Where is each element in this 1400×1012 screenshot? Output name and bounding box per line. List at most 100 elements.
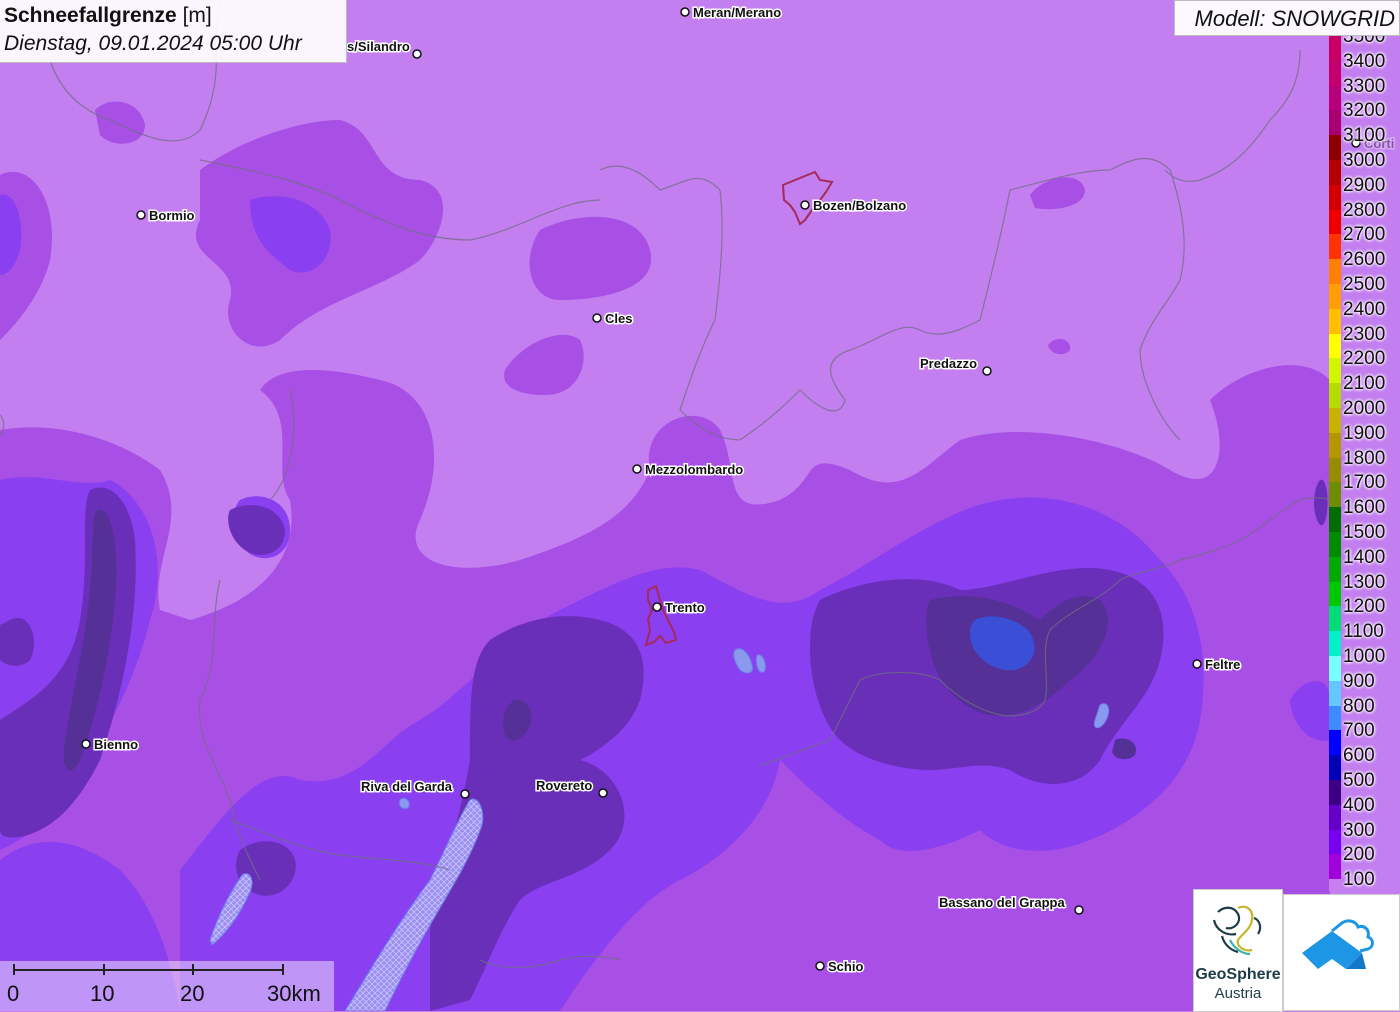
city-label: s/Silandro: [347, 39, 410, 54]
city-dot: [632, 464, 642, 474]
legend-row-600: 600: [1329, 743, 1400, 780]
legend-row-2700: 2700: [1329, 222, 1400, 260]
legend-row-2900: 2900: [1329, 173, 1400, 210]
city-dot: [598, 788, 608, 798]
scale-label-10: 10: [90, 981, 115, 1006]
legend-row-200: 200: [1329, 842, 1400, 880]
map-title-name: Schneefallgrenze: [4, 4, 177, 27]
snowgrid-logo[interactable]: [1283, 894, 1400, 1011]
city-label: Trento: [665, 600, 705, 615]
city-dot: [800, 200, 810, 210]
legend-row-1400: 1400: [1329, 545, 1400, 582]
legend-row-300: 300: [1329, 818, 1400, 855]
legend-row-2000: 2000: [1329, 396, 1400, 433]
legend-row-1500: 1500: [1329, 520, 1400, 557]
legend-row-1300: 1300: [1329, 570, 1400, 607]
legend-label: 1900: [1343, 422, 1386, 444]
city-dot: [680, 7, 690, 17]
city-dot: [815, 961, 825, 971]
legend-row-3300: 3300: [1329, 74, 1400, 111]
legend-label: 2500: [1343, 274, 1386, 295]
city-dot: [460, 789, 470, 799]
scale-label-30km: 30km: [267, 981, 321, 1006]
city-dot: [982, 366, 992, 376]
geosphere-emblem-icon: [1212, 905, 1262, 956]
legend-label: 900: [1343, 670, 1375, 692]
city-dot: [412, 49, 422, 59]
legend-row-500: 500: [1329, 768, 1400, 805]
legend-label: 1100: [1343, 621, 1384, 643]
legend-label: 300: [1343, 819, 1375, 841]
city-dot: [1192, 659, 1202, 669]
legend-label: 1800: [1343, 447, 1386, 469]
legend-label: 3200: [1343, 100, 1386, 122]
legend-label: 3000: [1343, 150, 1386, 171]
model-box: Modell: SNOWGRID: [1174, 0, 1400, 36]
legend-row-2600: 2600: [1329, 247, 1400, 284]
legend-label: 1500: [1343, 522, 1386, 543]
color-legend: 3500 3400 3300 3200 3100 3000 2900 2800 2700 2600…: [1329, 36, 1400, 891]
legend-row-3000: 3000: [1329, 148, 1400, 185]
city-dot: [81, 739, 91, 749]
city-dot: [136, 210, 146, 220]
legend-row-1800: 1800: [1329, 446, 1400, 483]
legend-label: 3300: [1343, 75, 1386, 97]
legend-label: 3100: [1343, 125, 1386, 147]
legend-label: 2700: [1343, 224, 1386, 246]
legend-row-2200: 2200: [1329, 346, 1400, 384]
city-label: Schio: [828, 959, 863, 974]
legend-label: 100: [1343, 869, 1375, 891]
city-label: Bassano del Grappa: [939, 895, 1065, 910]
legend-label: 600: [1343, 745, 1375, 767]
legend-row-100: 100: [1329, 867, 1400, 891]
legend-row-2400: 2400: [1329, 297, 1400, 334]
legend-row-3200: 3200: [1329, 98, 1400, 136]
legend-label: 500: [1343, 770, 1375, 791]
legend-label: 3500: [1343, 36, 1386, 47]
city-meran-merano: Meran/Merano: [680, 4, 783, 22]
city-label: Bozen/Bolzano: [813, 198, 906, 213]
legend-label: 1300: [1343, 571, 1386, 593]
snowfall-map[interactable]: Meran/Merano s/Silandro Bormio Bozen/Bolzan…: [0, 0, 1400, 1011]
legend-row-1900: 1900: [1329, 421, 1400, 458]
geosphere-logo-line2: Austria: [1214, 985, 1262, 1002]
map-datetime: Dienstag, 09.01.2024 05:00 Uhr: [4, 32, 302, 55]
legend-row-2100: 2100: [1329, 371, 1400, 408]
city-dot: [652, 602, 662, 612]
legend-row-1000: 1000: [1329, 644, 1400, 681]
city-label: Rovereto: [536, 778, 592, 793]
legend-row-400: 400: [1329, 793, 1400, 830]
title-box: Schneefallgrenze [m] Dienstag, 09.01.202…: [0, 0, 347, 63]
geosphere-logo[interactable]: GeoSphere Austria: [1193, 889, 1283, 1012]
legend-label: 700: [1343, 720, 1375, 742]
legend-label: 2600: [1343, 249, 1386, 271]
legend-label: 2400: [1343, 298, 1386, 320]
city-label: Cles: [605, 311, 632, 326]
city-dot: [1074, 905, 1084, 915]
legend-row-2300: 2300: [1329, 322, 1400, 359]
legend-row-3100: 3100: [1329, 123, 1400, 160]
legend-label: 2200: [1343, 348, 1386, 370]
legend-label: 2900: [1343, 174, 1386, 196]
legend-label: 2000: [1343, 398, 1386, 419]
legend-row-3500: 3500: [1329, 36, 1400, 61]
city-label: Bienno: [94, 737, 138, 752]
legend-label: 2100: [1343, 373, 1386, 395]
scale-label-0: 0: [7, 981, 20, 1006]
legend-row-900: 900: [1329, 669, 1400, 706]
map-title: Schneefallgrenze [m]: [4, 4, 212, 28]
legend-label: 1600: [1343, 497, 1386, 519]
legend-label: 400: [1343, 794, 1375, 816]
city-label: Mezzolombardo: [645, 462, 743, 477]
legend-row-2800: 2800: [1329, 198, 1400, 235]
city-label: Predazzo: [920, 356, 977, 371]
legend-row-1600: 1600: [1329, 495, 1400, 532]
legend-row-1100: 1100: [1329, 619, 1400, 656]
legend-label: 2800: [1343, 199, 1386, 221]
legend-row-1200: 1200: [1329, 594, 1400, 632]
legend-row-1700: 1700: [1329, 470, 1400, 508]
city-label: Feltre: [1205, 657, 1240, 672]
legend-label: 1200: [1343, 596, 1386, 618]
legend-row-2500: 2500: [1329, 272, 1400, 309]
legend-row-3400: 3400: [1329, 49, 1400, 86]
